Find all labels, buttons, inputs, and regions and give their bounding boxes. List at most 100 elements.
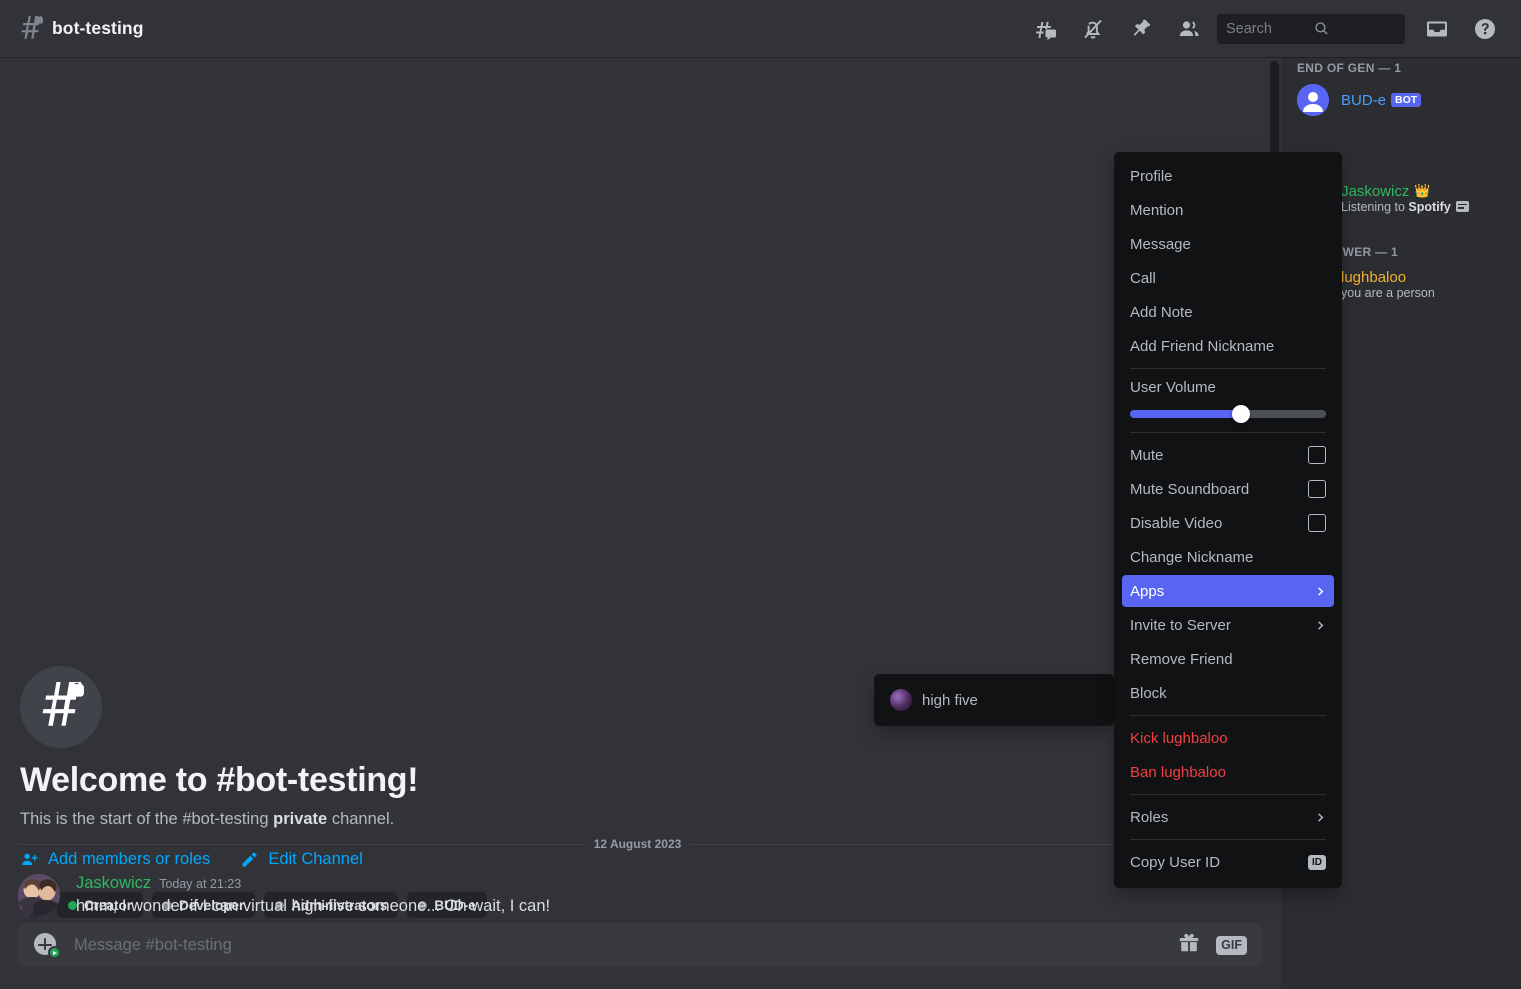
threads-icon[interactable] [1021, 9, 1069, 49]
context-menu-separator [1130, 715, 1326, 716]
context-menu-item-add-note[interactable]: Add Note [1122, 296, 1334, 328]
pencil-icon [240, 850, 259, 869]
inbox-icon[interactable] [1413, 9, 1461, 49]
attach-badge-icon [48, 946, 61, 959]
date-divider: 12 August 2023 [18, 837, 1257, 851]
header-toolbar: Search [1021, 9, 1509, 49]
channel-title: bot-testing [52, 18, 144, 39]
context-menu-item-block[interactable]: Block [1122, 677, 1334, 709]
context-menu-label: Call [1130, 270, 1326, 287]
members-icon[interactable] [1165, 9, 1213, 49]
gif-button[interactable]: GIF [1216, 936, 1247, 955]
hash-lock-icon [18, 16, 44, 42]
gift-icon[interactable] [1178, 932, 1200, 959]
context-menu-item-apps[interactable]: Apps [1122, 575, 1334, 607]
user-volume-label: User Volume [1122, 375, 1334, 404]
context-menu-label: Roles [1130, 809, 1314, 826]
welcome-subtitle: This is the start of the #bot-testing pr… [20, 808, 1257, 830]
context-menu-separator [1130, 432, 1326, 433]
channel-header: bot-testing [0, 0, 1521, 57]
search-input[interactable]: Search [1217, 14, 1405, 44]
message-scroller[interactable]: Welcome to #bot-testing! This is the sta… [0, 57, 1281, 923]
message-composer[interactable]: Message #bot-testing GIF [18, 923, 1263, 967]
member-status-pre: Listening to [1341, 200, 1408, 214]
add-members-or-roles-button[interactable]: Add members or roles [20, 850, 210, 869]
context-menu-item-mute-soundboard[interactable]: Mute Soundboard [1122, 473, 1334, 505]
member-info: lughbaloo you are a person [1341, 269, 1505, 300]
context-menu-item-add-friend-nickname[interactable]: Add Friend Nickname [1122, 330, 1334, 362]
message-body: Jaskowicz Today at 21:23 hmm, I wonder i… [76, 874, 1257, 917]
member-list-item[interactable]: BUD-e BOT [1289, 79, 1513, 121]
context-menu-label: Apps [1130, 583, 1314, 600]
context-menu-label: Mention [1130, 202, 1326, 219]
mute-checkbox[interactable] [1308, 446, 1326, 464]
message-timestamp: Today at 21:23 [159, 877, 241, 891]
help-icon[interactable] [1461, 9, 1509, 49]
context-menu-item-mention[interactable]: Mention [1122, 194, 1334, 226]
chevron-right-icon [1314, 585, 1326, 597]
context-menu-separator [1130, 839, 1326, 840]
attach-plus-icon[interactable] [34, 933, 58, 957]
welcome-hash-lock-icon [20, 666, 102, 748]
welcome-subtitle-bold: private [273, 810, 327, 828]
context-menu-label: Remove Friend [1130, 651, 1326, 668]
context-menu-item-ban[interactable]: Ban lughbaloo [1122, 756, 1334, 788]
context-menu-item-disable-video[interactable]: Disable Video [1122, 507, 1334, 539]
context-menu-item-change-nickname[interactable]: Change Nickname [1122, 541, 1334, 573]
context-menu-item-call[interactable]: Call [1122, 262, 1334, 294]
edit-channel-button[interactable]: Edit Channel [240, 850, 362, 869]
context-menu-item-message[interactable]: Message [1122, 228, 1334, 260]
discord-window: bot-testing [0, 0, 1521, 989]
context-menu-item-mute[interactable]: Mute [1122, 439, 1334, 471]
mute-soundboard-checkbox[interactable] [1308, 480, 1326, 498]
message-author[interactable]: Jaskowicz [76, 874, 151, 893]
context-menu-label: Ban lughbaloo [1130, 764, 1326, 781]
context-menu-item-profile[interactable]: Profile [1122, 160, 1334, 192]
member-status: Listening to Spotify [1341, 200, 1505, 214]
avatar[interactable] [18, 874, 60, 916]
composer-wrap: Message #bot-testing GIF [0, 923, 1281, 989]
message-input[interactable]: Message #bot-testing [74, 936, 1178, 955]
chevron-right-icon [1314, 619, 1326, 631]
apps-submenu-item-label: high five [922, 692, 978, 709]
message-row: Jaskowicz Today at 21:23 hmm, I wonder i… [18, 874, 1257, 917]
context-menu-item-kick[interactable]: Kick lughbaloo [1122, 722, 1334, 754]
context-menu-label: Block [1130, 685, 1326, 702]
divider-line [18, 844, 586, 845]
member-name: BUD-e [1341, 92, 1386, 109]
bell-off-icon[interactable] [1069, 9, 1117, 49]
date-divider-label: 12 August 2023 [586, 837, 690, 851]
context-menu-label: Invite to Server [1130, 617, 1314, 634]
welcome-subtitle-post: channel. [327, 810, 394, 828]
member-group-header: END OF GEN — 1 [1281, 61, 1521, 79]
context-menu-separator [1130, 368, 1326, 369]
member-info: Jaskowicz 👑 Listening to Spotify [1341, 183, 1505, 214]
message-text: hmm, I wonder if I can virtual high-five… [76, 895, 1257, 917]
context-menu-separator [1130, 794, 1326, 795]
chat-column: Welcome to #bot-testing! This is the sta… [0, 57, 1281, 989]
app-body: Welcome to #bot-testing! This is the sta… [0, 57, 1521, 989]
context-menu-label: Copy User ID [1130, 854, 1308, 871]
volume-thumb[interactable] [1232, 405, 1250, 423]
pin-icon[interactable] [1117, 9, 1165, 49]
id-badge-icon: ID [1308, 855, 1326, 870]
member-status-bold: Spotify [1408, 200, 1450, 214]
add-members-icon [20, 850, 39, 869]
user-volume-slider[interactable] [1122, 404, 1334, 426]
context-menu-label: Kick lughbaloo [1130, 730, 1326, 747]
search-placeholder: Search [1226, 21, 1313, 37]
context-menu-label: Message [1130, 236, 1326, 253]
context-menu-item-copy-user-id[interactable]: Copy User ID ID [1122, 846, 1334, 878]
apps-submenu-item-high-five[interactable]: high five [882, 682, 1106, 718]
disable-video-checkbox[interactable] [1308, 514, 1326, 532]
context-menu-item-invite-to-server[interactable]: Invite to Server [1122, 609, 1334, 641]
context-menu-item-remove-friend[interactable]: Remove Friend [1122, 643, 1334, 675]
context-menu-label: Mute Soundboard [1130, 481, 1308, 498]
member-status: you are a person [1341, 286, 1505, 300]
context-menu-item-roles[interactable]: Roles [1122, 801, 1334, 833]
bot-badge: BOT [1391, 93, 1421, 107]
context-menu-label: Add Friend Nickname [1130, 338, 1326, 355]
member-name-row: BUD-e BOT [1341, 92, 1505, 109]
avatar [1297, 84, 1329, 116]
member-info: BUD-e BOT [1341, 92, 1505, 109]
